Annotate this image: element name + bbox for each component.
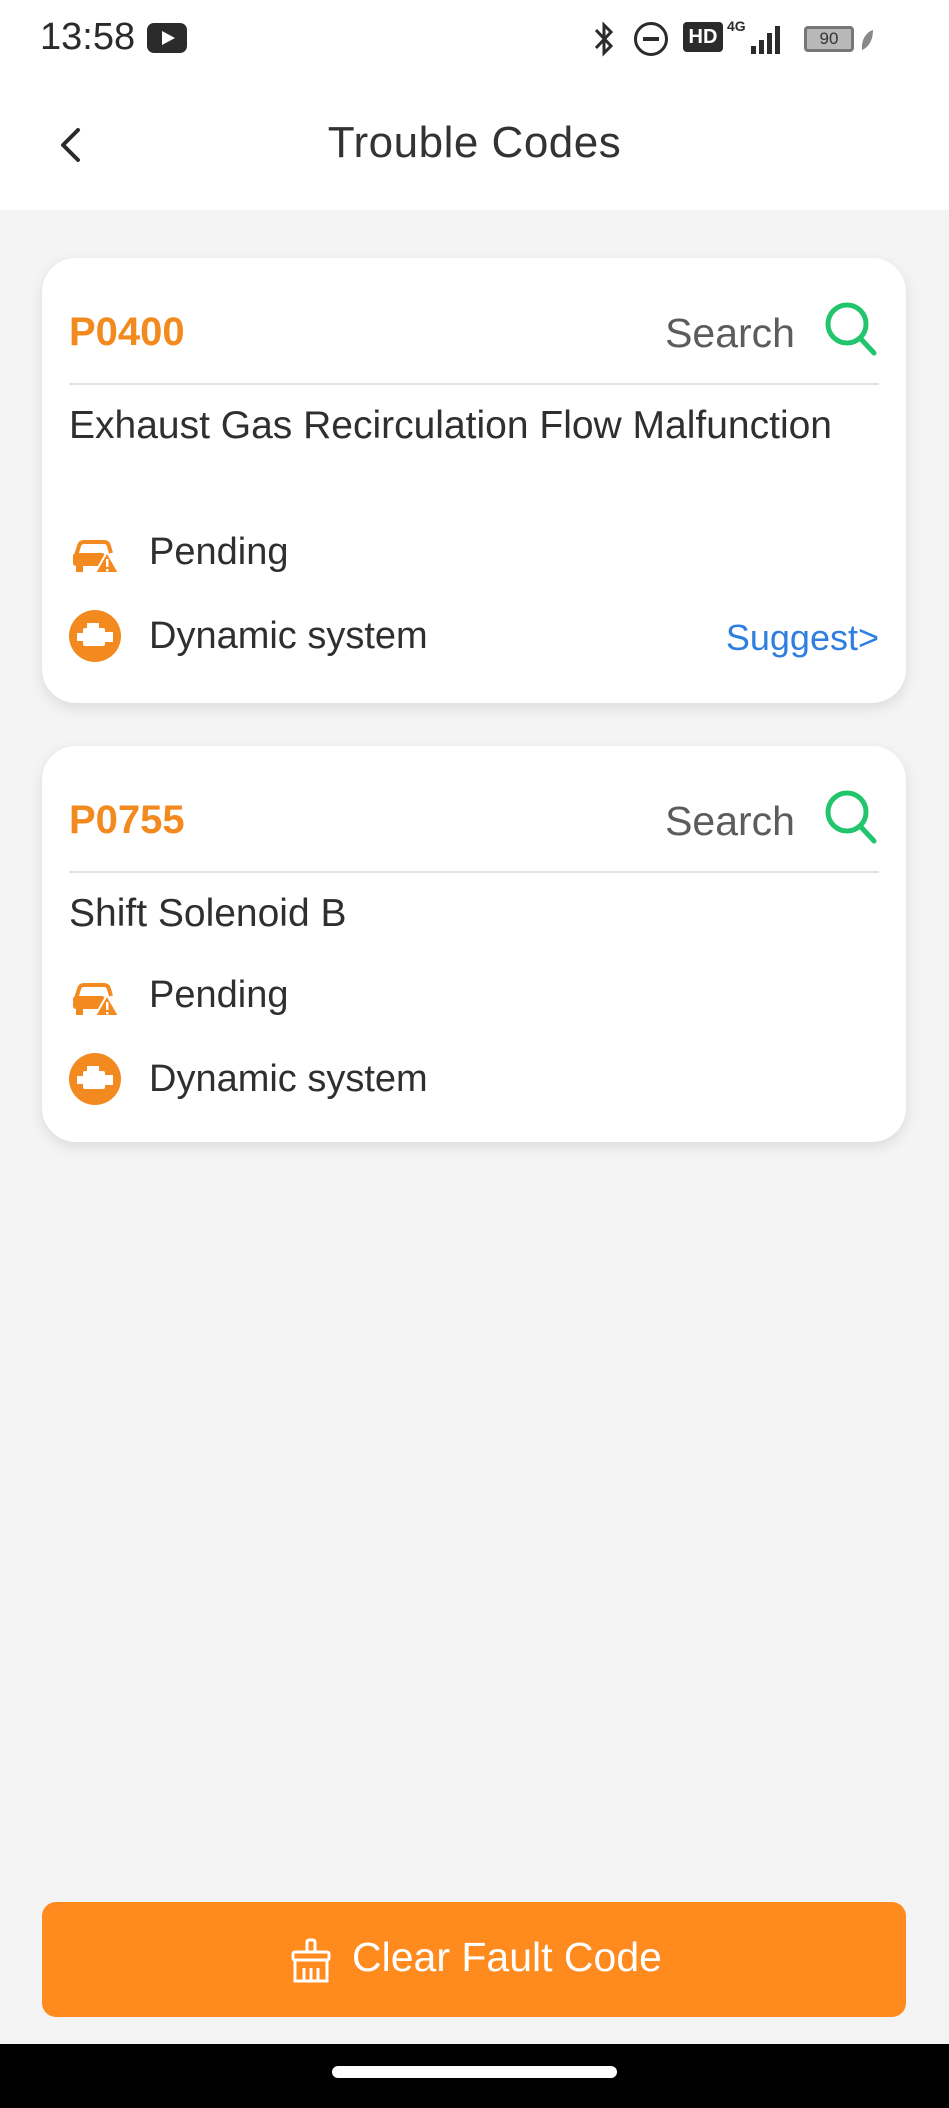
status-time: 13:58 — [40, 16, 136, 58]
bluetooth-icon — [594, 21, 614, 57]
status-bar: 13:58 HD 4G 90 — [0, 0, 949, 78]
system-label: Dynamic system — [149, 1058, 428, 1100]
engine-icon — [69, 610, 121, 662]
system-row: Dynamic system Suggest> — [69, 605, 879, 665]
do-not-disturb-icon — [634, 22, 668, 56]
network-type: 4G — [727, 18, 746, 34]
status-label: Pending — [149, 974, 289, 1016]
trouble-code-card: P0755 Search Shift Solenoid B Pending Dy… — [42, 746, 906, 1142]
card-header: P0400 Search — [69, 258, 879, 385]
trouble-code: P0755 — [69, 798, 185, 842]
system-label: Dynamic system — [149, 615, 428, 657]
card-header: P0755 Search — [69, 746, 879, 873]
youtube-notification-icon — [147, 23, 187, 53]
clear-fault-code-button[interactable]: Clear Fault Code — [42, 1902, 906, 2017]
search-icon — [825, 302, 877, 356]
code-description: Shift Solenoid B — [69, 892, 347, 935]
status-row: Pending — [69, 964, 879, 1024]
trouble-code-card: P0400 Search Exhaust Gas Recirculation F… — [42, 258, 906, 703]
search-icon — [825, 790, 877, 844]
suggest-link[interactable]: Suggest> — [726, 617, 879, 659]
engine-icon — [69, 1053, 121, 1105]
hd-voice-icon: HD — [683, 22, 723, 52]
car-warning-icon — [73, 983, 121, 1017]
car-warning-icon — [73, 540, 121, 574]
broom-icon — [291, 1938, 331, 1983]
app-header: Trouble Codes — [0, 78, 949, 210]
search-label: Search — [665, 798, 795, 844]
power-saving-leaf-icon — [861, 30, 873, 50]
home-indicator[interactable] — [332, 2066, 617, 2078]
search-label: Search — [665, 310, 795, 356]
code-description: Exhaust Gas Recirculation Flow Malfuncti… — [69, 404, 832, 447]
page-title: Trouble Codes — [327, 118, 622, 167]
system-row: Dynamic system — [69, 1048, 879, 1108]
battery-icon: 90 — [804, 26, 854, 52]
status-row: Pending — [69, 521, 879, 581]
signal-strength-icon — [751, 24, 783, 54]
clear-fault-code-label: Clear Fault Code — [352, 1934, 662, 1980]
system-navigation-bar — [0, 2044, 949, 2108]
status-label: Pending — [149, 531, 289, 573]
trouble-code: P0400 — [69, 310, 185, 354]
